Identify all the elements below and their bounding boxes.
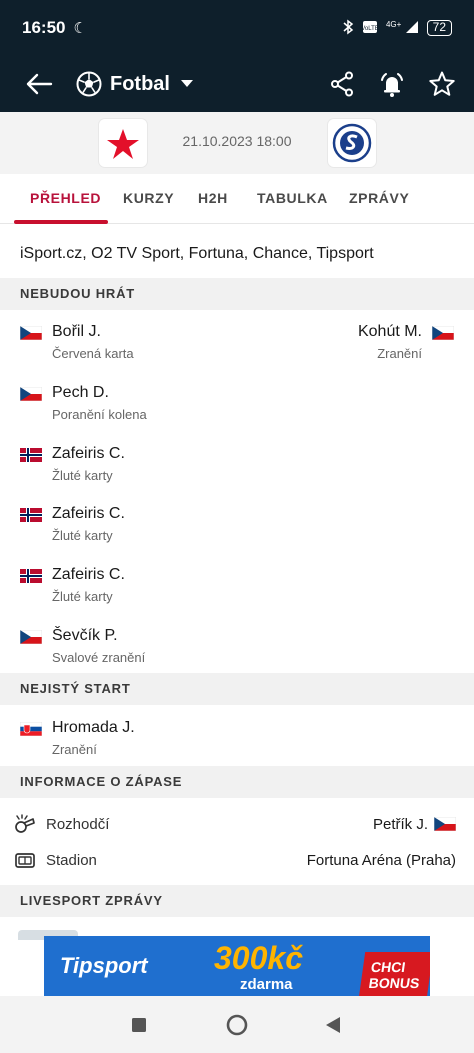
czech-flag-icon (432, 326, 454, 340)
whistle-icon (15, 814, 35, 833)
triangle-back-icon (326, 1017, 340, 1033)
tab-zpravy[interactable]: ZPRÁVY (349, 190, 409, 206)
battery-icon: 72 (426, 20, 452, 36)
czech-flag-icon (20, 326, 42, 340)
player-reason: Žluté karty (52, 528, 113, 543)
tv-broadcasters: iSport.cz, O2 TV Sport, Fortuna, Chance,… (20, 245, 374, 262)
player-name: Pech D. (52, 384, 109, 401)
match-tabs: PŘEHLED KURZY H2H TABULKA ZPRÁVY (0, 174, 474, 224)
match-datetime: 21.10.2023 18:00 (182, 133, 292, 149)
sport-selector[interactable]: Fotbal (76, 71, 194, 97)
referee-value[interactable]: Petřík J. (373, 816, 456, 833)
moon-icon: ☾ (73, 20, 87, 37)
stadium-icon (15, 853, 35, 868)
player-name: Bořil J. (52, 323, 101, 340)
status-bar: 16:50 ☾ VoLTE 4G+ 72 (0, 0, 474, 56)
ad-amount-sub: zdarma (240, 976, 293, 993)
battery-level: 72 (432, 20, 446, 34)
player-name: Zafeiris C. (52, 445, 125, 462)
missing-player-away[interactable]: Kohút M. Zranění (358, 323, 454, 361)
tipsport-ad-banner[interactable]: Tipsport 300kč zdarma CHCI BONUS (44, 936, 430, 996)
stadium-value: Fortuna Aréna (Praha) (306, 851, 456, 869)
share-button[interactable] (328, 70, 356, 98)
norway-flag-icon (20, 448, 42, 462)
slovacko-crest-icon (332, 123, 372, 163)
stadium-row: Stadion Fortuna Aréna (Praha) (14, 848, 456, 872)
circle-icon (226, 1014, 248, 1036)
tab-tabulka[interactable]: TABULKA (257, 190, 328, 206)
czech-flag-icon (20, 387, 42, 401)
player-reason: Svalové zranění (52, 650, 146, 665)
player-reason: Zranění (377, 346, 422, 361)
doubtful-players-header: NEJISTÝ START (0, 673, 474, 705)
stadium-label: Stadion (46, 851, 97, 869)
missing-player-home[interactable]: Zafeiris C. Žluté karty (20, 505, 125, 543)
sport-title: Fotbal (110, 72, 170, 95)
missing-player-home[interactable]: Zafeiris C. Žluté karty (20, 566, 125, 604)
notifications-button[interactable] (378, 70, 406, 98)
referee-label: Rozhodčí (46, 815, 110, 833)
caret-down-icon (181, 80, 193, 87)
match-header: 21.10.2023 18:00 (0, 112, 474, 174)
player-reason: Zranění (52, 742, 97, 757)
czech-flag-icon (434, 817, 456, 831)
ad-cta-button[interactable]: CHCI BONUS (358, 952, 430, 996)
referee-row: Rozhodčí Petřík J. (14, 812, 456, 836)
player-reason: Poranění kolena (52, 407, 147, 422)
missing-player-home[interactable]: Ševčík P. Svalové zranění (20, 627, 145, 665)
star-icon (429, 71, 455, 96)
livesport-news-header: LIVESPORT ZPRÁVY (0, 885, 474, 917)
app-toolbar: Fotbal (0, 56, 474, 112)
away-team-logo[interactable] (328, 119, 376, 167)
back-arrow-icon (26, 73, 53, 95)
player-name: Hromada J. (52, 719, 135, 736)
back-nav-button[interactable] (320, 1012, 346, 1038)
favorite-button[interactable] (428, 70, 456, 98)
tab-kurzy[interactable]: KURZY (123, 190, 174, 206)
player-reason: Červená karta (52, 346, 134, 361)
player-reason: Žluté karty (52, 468, 113, 483)
missing-players-header: NEBUDOU HRÁT (0, 278, 474, 310)
back-button[interactable] (22, 69, 56, 99)
status-time: 16:50 (22, 18, 66, 37)
bell-icon (381, 73, 403, 97)
system-nav-bar (0, 996, 474, 1053)
player-name: Ševčík P. (52, 627, 118, 644)
referee-name: Petřík J. (372, 815, 428, 833)
home-button[interactable] (224, 1012, 250, 1038)
signal-icon: 4G+ (386, 20, 419, 37)
missing-player-home[interactable]: Pech D. Poranění kolena (20, 384, 147, 422)
tab-prehled[interactable]: PŘEHLED (30, 190, 101, 206)
tab-h2h[interactable]: H2H (198, 190, 228, 206)
share-icon (331, 71, 353, 97)
active-tab-indicator (14, 220, 108, 224)
ad-amount: 300kč (214, 940, 303, 976)
player-reason: Žluté karty (52, 589, 113, 604)
bluetooth-icon (342, 19, 354, 38)
player-name: Zafeiris C. (52, 505, 125, 522)
network-label: 4G+ (385, 19, 402, 29)
svg-text:VoLTE: VoLTE (362, 26, 378, 32)
volte-icon: VoLTE (361, 19, 379, 38)
football-icon (76, 71, 102, 97)
norway-flag-icon (20, 569, 42, 583)
missing-player-home[interactable]: Zafeiris C. Žluté karty (20, 445, 125, 483)
recents-button[interactable] (126, 1012, 152, 1038)
ad-brand: Tipsport (60, 953, 148, 978)
slovakia-flag-icon (20, 722, 42, 736)
player-name: Zafeiris C. (52, 566, 125, 583)
player-name: Kohút M. (357, 323, 422, 340)
doubtful-player-home[interactable]: Hromada J. Zranění (20, 719, 135, 757)
czech-flag-icon (20, 630, 42, 644)
norway-flag-icon (20, 508, 42, 522)
missing-player-home[interactable]: Bořil J. Červená karta (20, 323, 134, 361)
square-icon (132, 1018, 146, 1032)
match-info-header: INFORMACE O ZÁPASE (0, 766, 474, 798)
